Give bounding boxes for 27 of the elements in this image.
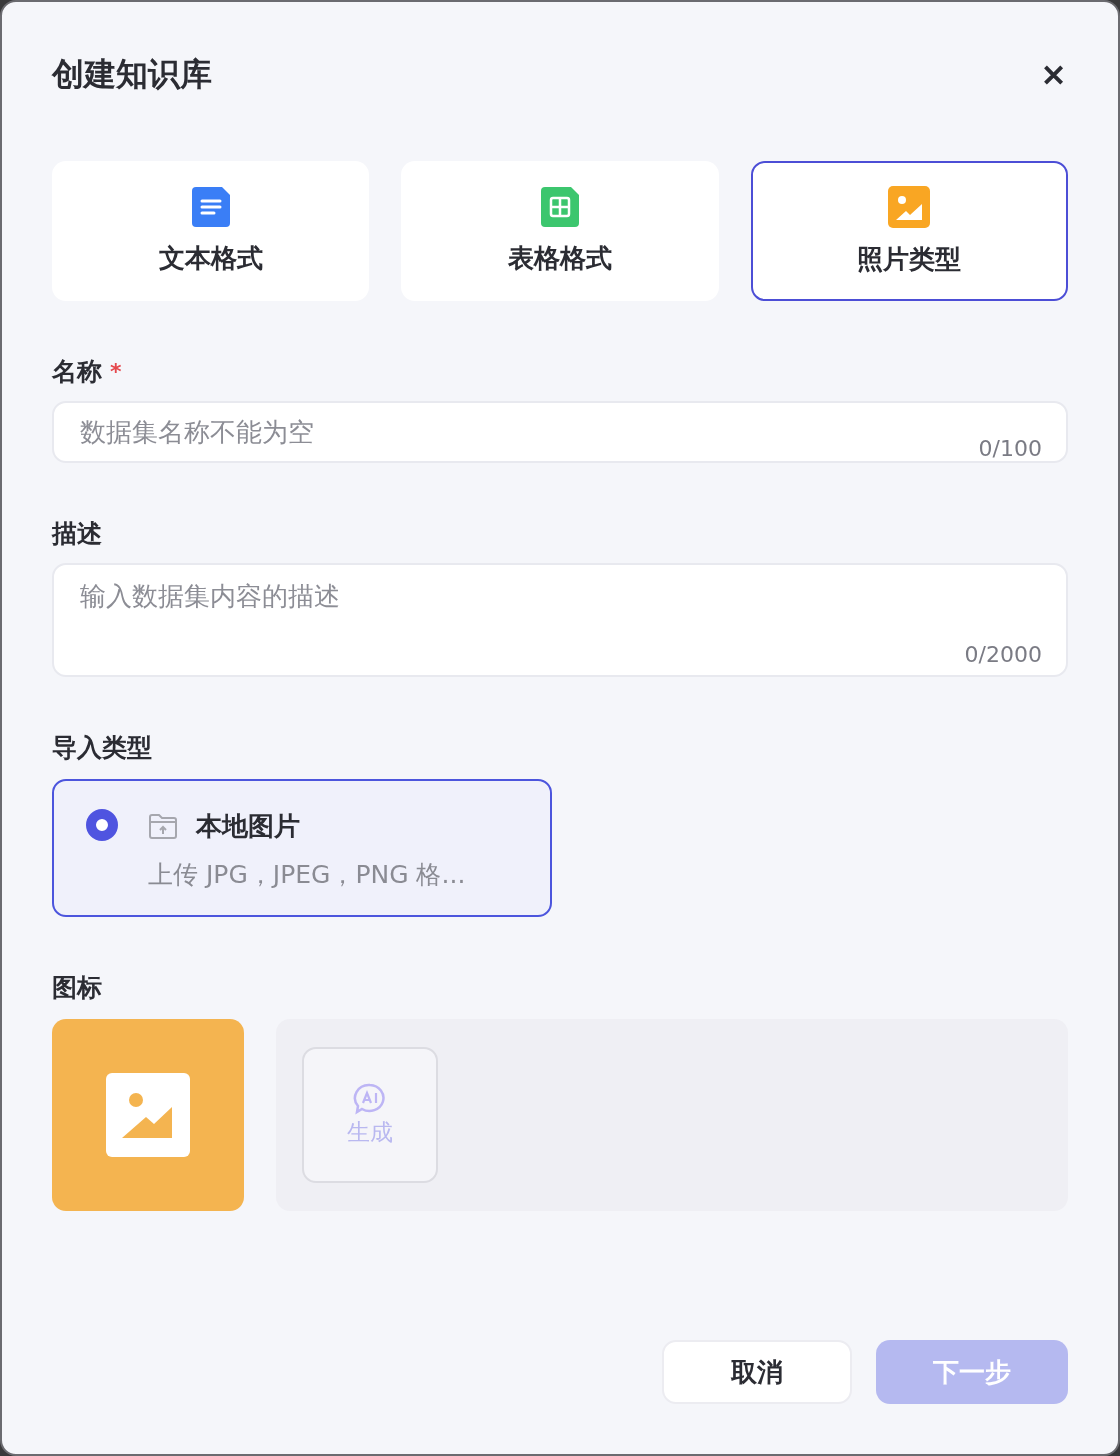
image-icon	[106, 1073, 190, 1157]
format-tab[interactable]: 表格格式	[401, 161, 719, 301]
field-label: 图标	[52, 971, 102, 1004]
name-input-box[interactable]: 数据集名称不能为空 0/100	[52, 401, 1068, 463]
character-counter: 0/2000	[964, 642, 1042, 667]
option-title: 本地图片	[196, 810, 300, 843]
required-mark: *	[110, 358, 122, 384]
ai-chat-icon	[353, 1082, 387, 1115]
table-icon	[541, 186, 579, 227]
option-description: 上传 JPG，JPEG，PNG 格...	[148, 859, 466, 891]
document-icon	[191, 186, 230, 227]
cancel-button[interactable]: 取消	[662, 1340, 852, 1404]
field-label: 导入类型	[52, 731, 152, 764]
field-label: 名称	[52, 355, 102, 388]
dialog-title: 创建知识库	[52, 54, 212, 95]
character-counter: 0/100	[978, 436, 1042, 461]
description-input-box[interactable]: 输入数据集内容的描述 0/2000	[52, 563, 1068, 677]
import-option-card[interactable]: 本地图片 上传 JPG，JPEG，PNG 格...	[52, 779, 552, 917]
field-label: 描述	[52, 517, 102, 550]
format-tab[interactable]: 文本格式	[52, 161, 370, 301]
description-field[interactable]: 输入数据集内容的描述	[78, 577, 1042, 642]
format-tab[interactable]: 照片类型	[750, 161, 1068, 301]
name-field[interactable]: 数据集名称不能为空	[78, 416, 979, 448]
radio-button[interactable]	[86, 809, 118, 841]
folder-upload-icon	[148, 813, 178, 840]
image-icon	[888, 185, 931, 228]
close-button[interactable]: ✕	[1039, 57, 1068, 93]
